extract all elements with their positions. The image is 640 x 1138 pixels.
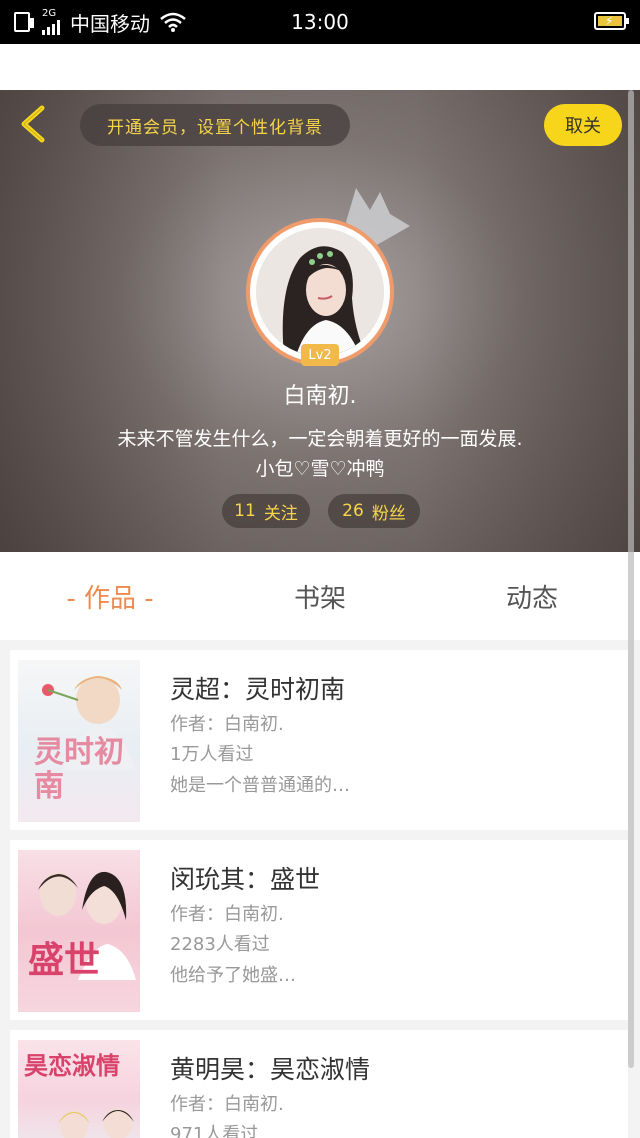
unfollow-button[interactable]: 取关 [544,104,622,146]
book-author: 作者：白南初. [170,1094,284,1115]
book-desc: 她是一个普普通通的… [170,775,350,796]
book-title: 灵超：灵时初南 [170,675,346,704]
book-author: 作者：白南初. [170,714,284,735]
toolbar-spacer [0,44,640,90]
book-views: 971人看过 [170,1124,259,1138]
profile-header: 开通会员，设置个性化背景 取关 Lv2 白南初. 未来不管发生什么，一定会朝着更… [0,90,640,552]
tab-works[interactable]: - 作品 - [40,552,180,640]
book-title: 闵玧其：盛世 [170,865,321,894]
book-views: 1万人看过 [170,744,254,765]
book-author: 作者：白南初. [170,904,284,925]
book-cover-title: 灵时初南 [34,735,124,804]
level-badge: Lv2 [301,344,339,366]
fans-count: 26 [342,501,364,521]
book-desc: 他给予了她盛… [170,965,296,986]
following-count-button[interactable]: 11 关注 [222,494,310,528]
book-cover: 灵时初南 [18,660,140,822]
vip-banner[interactable]: 开通会员，设置个性化背景 [80,104,350,146]
scrollbar[interactable] [628,90,634,1068]
book-cover-title: 盛世 [28,940,101,981]
fans-count-button[interactable]: 26 粉丝 [328,494,420,528]
avatar-image [256,228,384,356]
book-cover: 昊恋淑情 [18,1040,140,1138]
following-label: 关注 [263,503,298,524]
profile-tabs: - 作品 - 书架 动态 [0,552,640,640]
tab-bookshelf[interactable]: 书架 [250,552,390,640]
book-cover: 盛世 [18,850,140,1012]
book-title: 黄明昊：昊恋淑情 [170,1055,371,1084]
status-bar: 2G 中国移动 13:00 ⚡ [0,0,640,44]
tab-feed[interactable]: 动态 [462,552,602,640]
book-item[interactable]: 昊恋淑情 黄明昊：昊恋淑情 作者：白南初. 971人看过 [10,1030,628,1138]
book-item[interactable]: 灵时初南 灵超：灵时初南 作者：白南初. 1万人看过 她是一个普普通通的… [10,650,628,830]
book-views: 2283人看过 [170,934,270,955]
battery-icon: ⚡ [594,12,629,30]
clock: 13:00 [291,10,349,34]
following-count: 11 [234,501,256,521]
bio-line-2: 小包♡雪♡冲鸭 [255,458,385,480]
fans-label: 粉丝 [371,503,406,524]
username: 白南初. [283,384,357,409]
bio-line-1: 未来不管发生什么，一定会朝着更好的一面发展. [117,428,523,450]
chevron-left-icon[interactable] [14,102,54,146]
book-item[interactable]: 盛世 闵玧其：盛世 作者：白南初. 2283人看过 他给予了她盛… [10,840,628,1020]
